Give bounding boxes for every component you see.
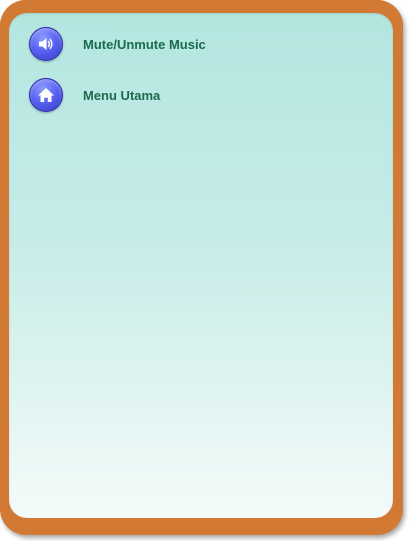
main-menu-option[interactable]: Menu Utama bbox=[20, 78, 160, 112]
speaker-icon[interactable] bbox=[29, 27, 63, 61]
home-icon[interactable] bbox=[29, 78, 63, 112]
mute-music-label[interactable]: Mute/Unmute Music bbox=[83, 37, 206, 52]
mute-music-option[interactable]: Mute/Unmute Music bbox=[20, 27, 206, 61]
main-menu-label[interactable]: Menu Utama bbox=[83, 88, 160, 103]
